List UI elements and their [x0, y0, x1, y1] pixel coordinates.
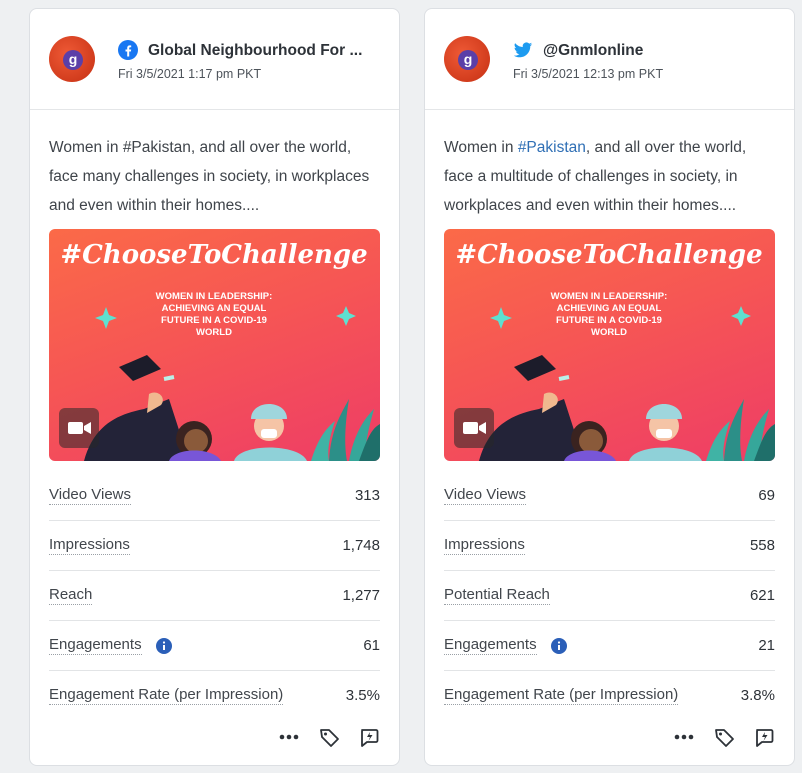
metrics-list: Video Views 69 Impressions 558 Potential…: [444, 471, 775, 720]
metric-label[interactable]: Video Views: [49, 486, 132, 505]
metric-label[interactable]: Reach: [49, 586, 93, 605]
metric-value: 558: [749, 537, 775, 554]
post-text: Women in #Pakistan, and all over the wor…: [49, 133, 384, 220]
metric-label[interactable]: Engagement Rate (per Impression): [49, 686, 284, 705]
metric-label[interactable]: Potential Reach: [444, 586, 550, 605]
post-date: Fri 3/5/2021 1:17 pm PKT: [118, 67, 262, 81]
more-icon: [674, 734, 694, 740]
metric-row: Video Views 69: [444, 471, 775, 521]
reply-icon: [361, 729, 379, 747]
metric-value: 621: [749, 587, 775, 604]
media-caption-line: FUTURE IN A COVID-19: [556, 315, 662, 326]
metric-value: 3.8%: [740, 687, 775, 704]
media-caption-line: WOMEN IN LEADERSHIP:: [551, 291, 668, 302]
tag-icon: [320, 729, 339, 747]
post-header: g @GnmIonline Fri 3/5/2021 12:13 pm PKT: [425, 9, 794, 110]
reply-button[interactable]: [753, 726, 775, 748]
media-headline: #ChooseToChallenge: [60, 240, 367, 270]
media-caption-line: WORLD: [196, 327, 232, 338]
post-card[interactable]: g @GnmIonline Fri 3/5/2021 12:13 pm PKT …: [424, 8, 795, 766]
video-play-button[interactable]: [59, 408, 99, 448]
metric-row: Impressions 1,748: [49, 521, 380, 571]
info-icon[interactable]: [551, 638, 567, 654]
post-media[interactable]: #ChooseToChallenge WOMEN IN LEADERSHIP: …: [444, 229, 775, 461]
avatar[interactable]: g: [444, 36, 490, 82]
media-caption-line: WOMEN IN LEADERSHIP:: [156, 291, 273, 302]
video-play-button[interactable]: [454, 408, 494, 448]
post-date: Fri 3/5/2021 12:13 pm PKT: [513, 67, 664, 81]
more-icon: [279, 734, 299, 740]
metric-label[interactable]: Impressions: [444, 536, 525, 555]
media-caption-line: ACHIEVING AN EQUAL: [162, 303, 267, 314]
metric-value: 1,277: [342, 587, 380, 604]
reply-icon: [756, 729, 774, 747]
post-card[interactable]: g Global Neighbourhood For ... Fri 3/5/2…: [29, 8, 400, 766]
metric-label[interactable]: Engagement Rate (per Impression): [444, 686, 679, 705]
metric-row: Engagements 21: [444, 621, 775, 671]
metric-label[interactable]: Engagements: [444, 636, 537, 655]
post-header: g Global Neighbourhood For ... Fri 3/5/2…: [30, 9, 399, 110]
metrics-list: Video Views 313 Impressions 1,748 Reach …: [49, 471, 380, 720]
metric-row: Impressions 558: [444, 521, 775, 571]
media-caption-line: ACHIEVING AN EQUAL: [557, 303, 662, 314]
metric-label[interactable]: Video Views: [444, 486, 527, 505]
post-text: Women in #Pakistan, and all over the wor…: [444, 133, 779, 220]
tag-button[interactable]: [713, 726, 735, 748]
media-headline: #ChooseToChallenge: [455, 240, 762, 270]
metric-row: Engagement Rate (per Impression) 3.5%: [49, 671, 380, 720]
video-camera-icon: [68, 422, 91, 434]
video-camera-icon: [463, 422, 486, 434]
metric-row: Reach 1,277: [49, 571, 380, 621]
text-before: Women in: [49, 139, 123, 156]
text-before: Women in: [444, 139, 518, 156]
avatar-letter: g: [63, 50, 83, 70]
hashtag-link[interactable]: #Pakistan: [518, 139, 586, 156]
hashtag-text: #Pakistan: [122, 139, 191, 156]
facebook-icon: [118, 40, 138, 60]
metric-label[interactable]: Engagements: [49, 636, 142, 655]
avatar-letter: g: [458, 50, 478, 70]
post-media[interactable]: #ChooseToChallenge WOMEN IN LEADERSHIP: …: [49, 229, 380, 461]
more-button[interactable]: [673, 726, 695, 748]
tag-icon: [715, 729, 734, 747]
avatar[interactable]: g: [49, 36, 95, 82]
metric-value: 3.5%: [345, 687, 380, 704]
more-button[interactable]: [278, 726, 300, 748]
tag-button[interactable]: [318, 726, 340, 748]
media-caption-line: WORLD: [591, 327, 627, 338]
metric-value: 69: [758, 487, 775, 504]
author-name[interactable]: @GnmIonline: [543, 42, 643, 60]
twitter-icon: [513, 42, 533, 58]
info-icon[interactable]: [156, 638, 172, 654]
reply-button[interactable]: [358, 726, 380, 748]
metric-value: 61: [363, 637, 380, 654]
media-caption-line: FUTURE IN A COVID-19: [161, 315, 267, 326]
metric-value: 21: [758, 637, 775, 654]
metric-row: Engagement Rate (per Impression) 3.8%: [444, 671, 775, 720]
metric-label[interactable]: Impressions: [49, 536, 130, 555]
post-actions: [673, 725, 775, 749]
post-actions: [278, 725, 380, 749]
author-name[interactable]: Global Neighbourhood For ...: [148, 42, 362, 60]
metric-row: Engagements 61: [49, 621, 380, 671]
metric-row: Potential Reach 621: [444, 571, 775, 621]
metric-value: 1,748: [342, 537, 380, 554]
metric-value: 313: [354, 487, 380, 504]
metric-row: Video Views 313: [49, 471, 380, 521]
